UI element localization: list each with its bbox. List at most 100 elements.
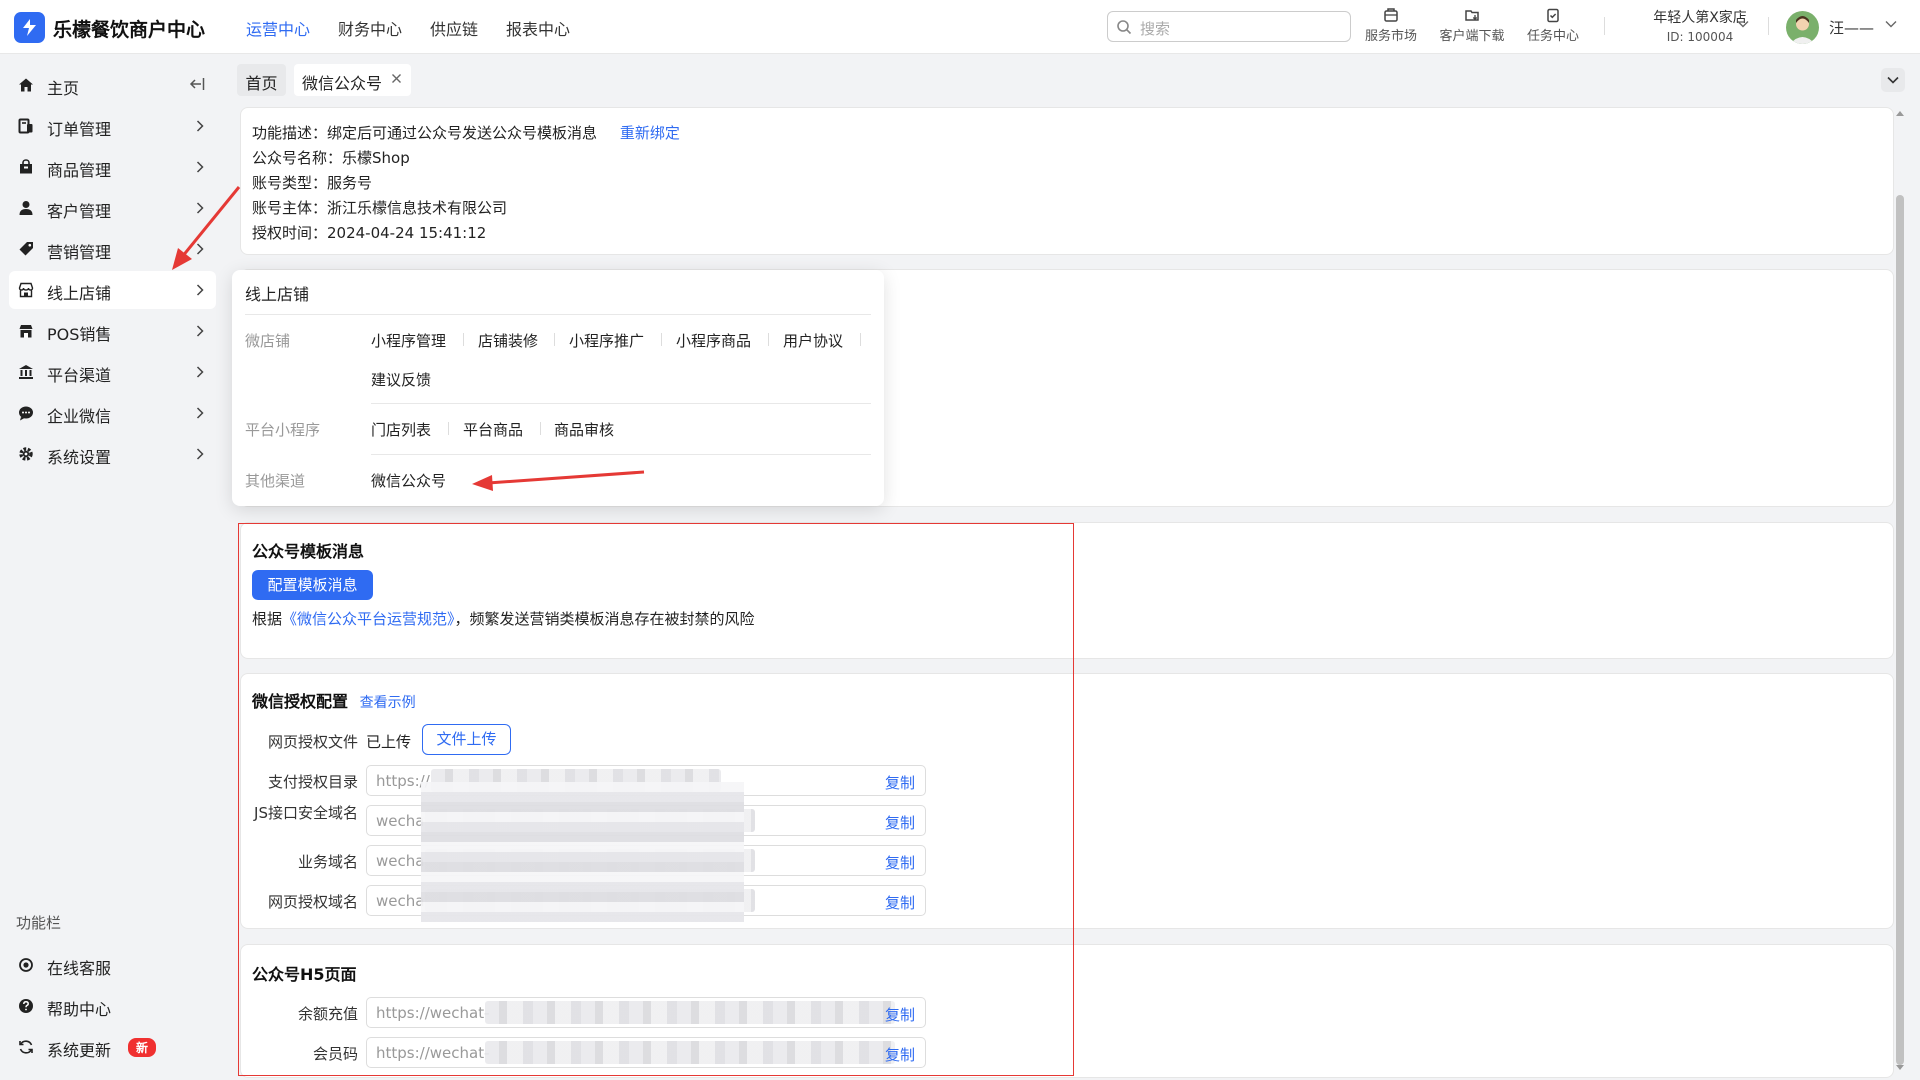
sidebar-item-online-service[interactable]: 在线客服	[9, 946, 216, 984]
home-icon	[19, 78, 33, 92]
separator	[768, 333, 769, 346]
chevron-right-icon	[196, 366, 204, 378]
sidebar-item-platform-channels[interactable]: 平台渠道	[9, 353, 216, 391]
submenu-link-store-decoration[interactable]: 店铺装修	[478, 330, 538, 351]
tab-home[interactable]: 首页	[237, 64, 286, 96]
app-logo[interactable]	[14, 12, 45, 43]
submenu-link-user-agreement[interactable]: 用户协议	[783, 330, 843, 351]
submenu-group-label: 平台小程序	[245, 421, 321, 439]
submenu-link-store-list[interactable]: 门店列表	[371, 419, 431, 440]
sidebar-item-system-update[interactable]: 系统更新 新	[9, 1028, 216, 1066]
rebind-link[interactable]: 重新绑定	[620, 124, 680, 142]
sidebar-item-marketing[interactable]: 营销管理	[9, 230, 216, 268]
separator	[463, 333, 464, 346]
sidebar-item-pos[interactable]: POS销售	[9, 312, 216, 350]
divider	[1768, 17, 1769, 35]
topnav-supply[interactable]: 供应链	[430, 16, 478, 40]
search-placeholder: 搜索	[1140, 20, 1171, 38]
task-icon	[1547, 8, 1559, 23]
separator	[540, 422, 541, 435]
bank-icon	[19, 365, 33, 379]
user-icon	[19, 201, 33, 215]
chevron-right-icon	[196, 120, 204, 132]
chevron-down-icon[interactable]	[1737, 20, 1749, 28]
auth-time: 授权时间：2024-04-24 15:41:12	[252, 224, 487, 242]
sidebar-item-help[interactable]: 帮助中心	[9, 987, 216, 1025]
tab-wechat-official-account[interactable]: 微信公众号	[294, 64, 411, 96]
topnav-reports[interactable]: 报表中心	[506, 16, 570, 40]
sidebar-item-orders[interactable]: 订单管理	[9, 107, 216, 145]
topnav-operations[interactable]: 运营中心	[246, 16, 310, 40]
account-type: 账号类型：服务号	[252, 174, 373, 192]
divider	[371, 454, 871, 455]
chevron-right-icon	[196, 161, 204, 173]
store-icon	[18, 282, 34, 298]
search-icon	[1117, 20, 1132, 35]
function-description: 功能描述：绑定后可通过公众号发送公众号模板消息 重新绑定	[252, 124, 680, 142]
top-nav: 运营中心 财务中心 供应链 报表中心	[246, 16, 570, 40]
store-switcher[interactable]: 年轻人第X家店 ID: 100004	[1620, 7, 1780, 44]
help-icon	[19, 999, 33, 1013]
separator	[661, 333, 662, 346]
refresh-icon	[19, 1040, 33, 1054]
new-badge: 新	[128, 1038, 157, 1057]
separator	[448, 422, 449, 435]
client-download-button[interactable]: 客户端下载	[1432, 7, 1512, 44]
submenu-link-miniprogram-mgmt[interactable]: 小程序管理	[371, 330, 446, 351]
separator	[554, 333, 555, 346]
sidebar-item-home[interactable]: 主页	[9, 66, 216, 104]
divider	[245, 314, 871, 315]
divider	[1604, 17, 1605, 35]
search-input[interactable]: 搜索	[1107, 11, 1351, 42]
app-title: 乐檬餐饮商户中心	[53, 19, 206, 41]
topnav-finance[interactable]: 财务中心	[338, 16, 402, 40]
submenu-link-feedback[interactable]: 建议反馈	[371, 369, 431, 390]
submenu-link-miniprogram-goods[interactable]: 小程序商品	[676, 330, 751, 351]
sidebar-item-wecom[interactable]: 企业微信	[9, 394, 216, 432]
submenu-link-miniprogram-promo[interactable]: 小程序推广	[569, 330, 644, 351]
chevron-down-icon[interactable]	[1885, 20, 1897, 28]
avatar[interactable]	[1786, 11, 1819, 44]
account-name: 公众号名称：乐檬Shop	[252, 149, 410, 167]
scrollbar-thumb[interactable]	[1896, 195, 1904, 1065]
chevron-right-icon	[196, 407, 204, 419]
store-name: 年轻人第X家店	[1653, 10, 1747, 26]
sidebar: 主页 订单管理 商品管理 客户管理 营销管理 线上店铺 POS销售 平台渠道 企…	[0, 55, 225, 1080]
service-market-button[interactable]: 服务市场	[1351, 7, 1431, 44]
top-header: 乐檬餐饮商户中心 运营中心 财务中心 供应链 报表中心 搜索 服务市场 客户端下…	[0, 0, 1920, 54]
sidebar-item-settings[interactable]: 系统设置	[9, 435, 216, 473]
online-store-submenu: 线上店铺 微店铺 小程序管理 店铺装修 小程序推广 小程序商品 用户协议 建议反…	[232, 270, 884, 506]
submenu-link-goods-review[interactable]: 商品审核	[554, 419, 614, 440]
separator	[860, 333, 861, 346]
service-icon	[19, 958, 33, 972]
pos-icon	[19, 325, 33, 338]
user-name[interactable]: 汪——	[1829, 17, 1874, 38]
market-icon	[1384, 8, 1398, 22]
divider	[371, 403, 871, 404]
sidebar-item-online-store[interactable]: 线上店铺	[9, 271, 216, 309]
chevron-right-icon	[196, 284, 204, 296]
gear-icon	[19, 447, 33, 461]
submenu-link-platform-goods[interactable]: 平台商品	[463, 419, 523, 440]
close-icon[interactable]	[391, 73, 402, 84]
chat-icon	[19, 406, 33, 421]
collapse-sidebar-icon[interactable]	[189, 77, 205, 91]
tag-icon	[19, 242, 33, 256]
sidebar-item-products[interactable]: 商品管理	[9, 148, 216, 186]
chevron-down-icon	[1887, 76, 1899, 84]
product-icon	[20, 159, 32, 174]
order-icon	[18, 118, 33, 134]
tabs-dropdown-button[interactable]	[1881, 68, 1905, 92]
chevron-right-icon	[196, 448, 204, 460]
store-id: ID: 100004	[1666, 30, 1734, 44]
submenu-title: 线上店铺	[245, 285, 310, 304]
scroll-up-icon[interactable]	[1895, 109, 1905, 117]
account-owner: 账号主体：浙江乐檬信息技术有限公司	[252, 199, 508, 217]
chevron-right-icon	[196, 325, 204, 337]
submenu-link-wechat-official[interactable]: 微信公众号	[371, 470, 446, 491]
sidebar-item-customers[interactable]: 客户管理	[9, 189, 216, 227]
task-center-button[interactable]: 任务中心	[1513, 7, 1593, 44]
chevron-right-icon	[196, 243, 204, 255]
account-info-card: 功能描述：绑定后可通过公众号发送公众号模板消息 重新绑定 公众号名称：乐檬Sho…	[240, 107, 1894, 255]
scroll-down-icon[interactable]	[1895, 1064, 1905, 1072]
